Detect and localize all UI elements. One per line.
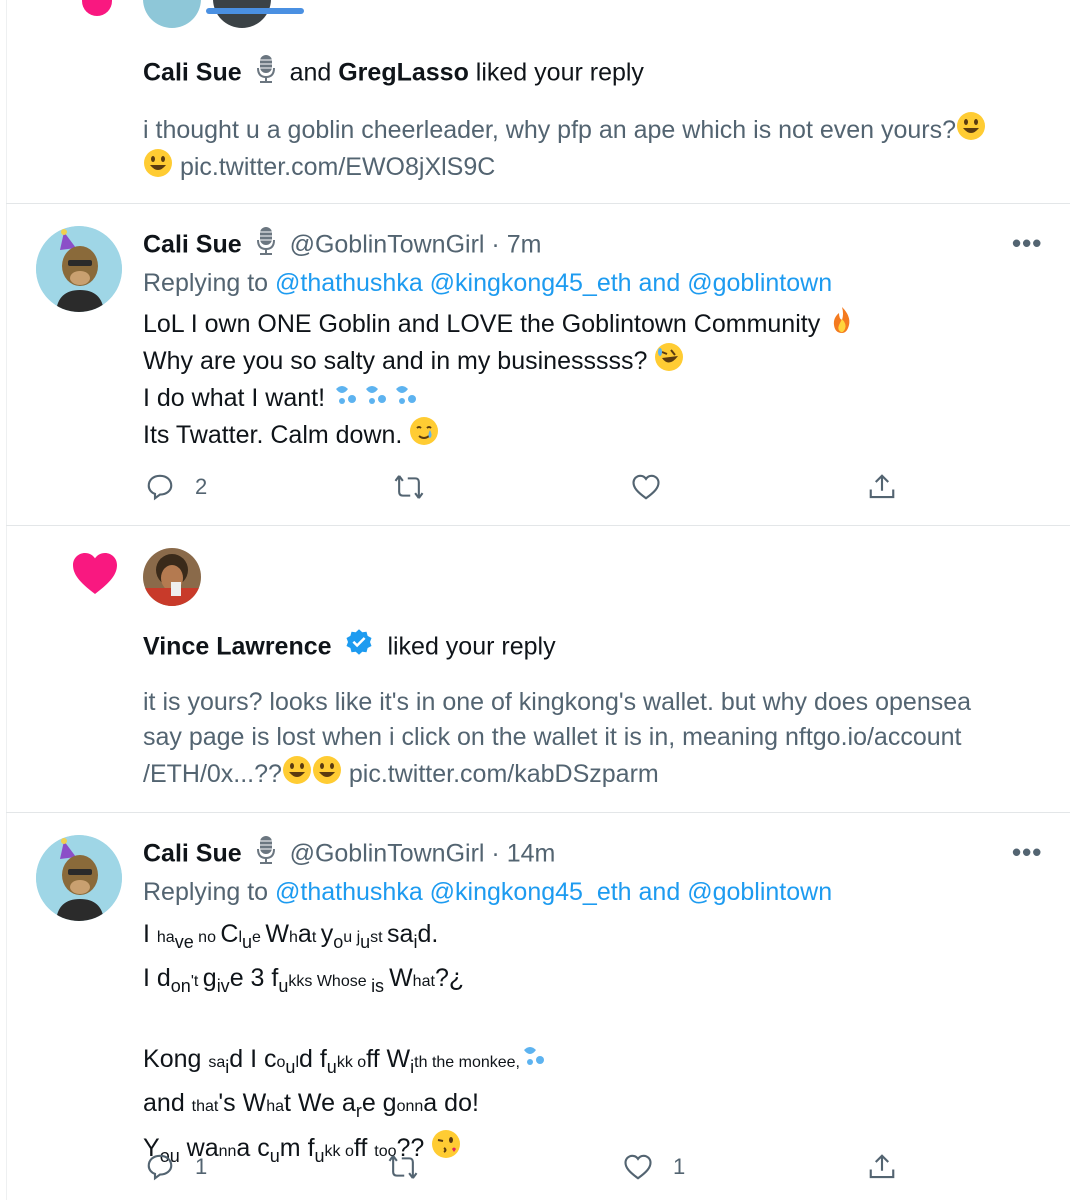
liked-reply-text[interactable]: i thought u a goblin cheerleader, why pf… xyxy=(143,111,1053,185)
like-notification-header: Vince Lawrence liked your reply xyxy=(143,628,556,668)
user-handle[interactable]: @GoblinTownGirl xyxy=(290,231,485,259)
share-button[interactable] xyxy=(867,472,897,502)
mic-icon xyxy=(255,54,277,94)
user-name-link[interactable]: Cali Sue xyxy=(143,840,242,868)
retweet-button[interactable] xyxy=(387,1152,419,1182)
mic-icon xyxy=(255,226,277,266)
tweet-text: I have no Clue What you just said. I don… xyxy=(143,916,1043,1174)
timestamp[interactable]: 7m xyxy=(507,231,542,259)
sweat-droplets-emoji xyxy=(524,1047,544,1065)
mention-links[interactable]: @thathushka @kingkong45_eth and @goblint… xyxy=(275,878,832,906)
tweet-header: Cali Sue @GoblinTownGirl · 14m xyxy=(143,835,555,875)
tweet-header: Cali Sue @GoblinTownGirl · 7m xyxy=(143,226,541,266)
like-button[interactable]: 1 xyxy=(623,1152,685,1182)
grinning-emoji xyxy=(312,756,341,784)
sweat-droplets-emoji xyxy=(366,386,386,404)
share-icon xyxy=(869,1154,895,1179)
user-name-link[interactable]: Cali Sue xyxy=(143,231,242,259)
like-icon xyxy=(624,1154,652,1180)
divider xyxy=(6,812,1070,813)
mic-icon xyxy=(255,835,277,875)
left-border xyxy=(6,0,7,1200)
like-icon xyxy=(632,474,660,500)
grinning-emoji xyxy=(282,756,311,784)
sweat-droplets-emoji xyxy=(336,386,356,404)
user-name-link[interactable]: GregLasso xyxy=(338,59,469,87)
avatar[interactable] xyxy=(213,0,271,28)
liked-reply-text[interactable]: it is yours? looks like it's in one of k… xyxy=(143,685,1053,792)
rofl-emoji xyxy=(655,343,684,371)
like-notification-header: Cali Sue and GregLasso liked your reply xyxy=(143,54,644,94)
reply-count: 1 xyxy=(195,1154,208,1179)
retweet-icon xyxy=(388,1155,418,1179)
text-line: I don't give 3 fukks Whose is What?¿ xyxy=(143,964,465,996)
fire-emoji xyxy=(834,307,850,333)
avatar[interactable] xyxy=(36,226,122,312)
tweet-text: LoL I own ONE Goblin and LOVE the Goblin… xyxy=(143,305,1043,453)
heart-icon xyxy=(71,550,119,601)
share-icon xyxy=(869,474,895,499)
reply-button[interactable]: 2 xyxy=(145,472,207,502)
user-name-link[interactable]: Vince Lawrence xyxy=(143,633,332,661)
text-line: Kong said I could fukk off With the monk… xyxy=(143,1040,1043,1085)
replying-to: Replying to @thathushka @kingkong45_eth … xyxy=(143,269,833,297)
tear-smile-emoji xyxy=(410,417,439,445)
reply-button[interactable]: 1 xyxy=(145,1152,207,1182)
text-line: You wanna cum fukk off too?? xyxy=(143,1129,1043,1174)
divider xyxy=(6,525,1070,526)
share-button[interactable] xyxy=(867,1152,897,1182)
verified-icon xyxy=(344,628,374,668)
user-handle[interactable]: @GoblinTownGirl xyxy=(290,840,485,868)
grinning-emoji xyxy=(957,112,986,140)
pic-link[interactable]: pic.twitter.com/EWO8jXlS9C xyxy=(180,153,495,181)
heart-icon xyxy=(82,0,112,16)
text-line: I have no Clue What you just said. xyxy=(143,920,439,952)
more-icon[interactable]: ••• xyxy=(1012,228,1042,259)
replying-to: Replying to @thathushka @kingkong45_eth … xyxy=(143,878,833,906)
avatar[interactable] xyxy=(36,835,122,921)
like-count: 1 xyxy=(673,1154,686,1179)
more-icon[interactable]: ••• xyxy=(1012,837,1042,868)
timestamp[interactable]: 14m xyxy=(507,840,556,868)
retweet-icon xyxy=(394,475,424,499)
like-button[interactable] xyxy=(631,472,661,502)
text-line: and that's What We are gonna do! xyxy=(143,1089,479,1121)
mention-links[interactable]: @thathushka @kingkong45_eth and @goblint… xyxy=(275,269,832,297)
sweat-droplets-emoji xyxy=(396,386,416,404)
reply-icon xyxy=(147,474,173,501)
user-name-link[interactable]: Cali Sue xyxy=(143,59,242,87)
divider xyxy=(6,203,1070,204)
pic-link[interactable]: pic.twitter.com/kabDSzparm xyxy=(349,760,659,788)
reply-count: 2 xyxy=(195,474,208,499)
grinning-emoji xyxy=(144,149,172,177)
kissing-wink-emoji xyxy=(432,1130,461,1158)
scroll-indicator xyxy=(206,8,304,14)
avatar[interactable] xyxy=(143,0,201,28)
retweet-button[interactable] xyxy=(393,472,425,502)
reply-icon xyxy=(147,1154,173,1181)
avatar[interactable] xyxy=(143,548,201,606)
